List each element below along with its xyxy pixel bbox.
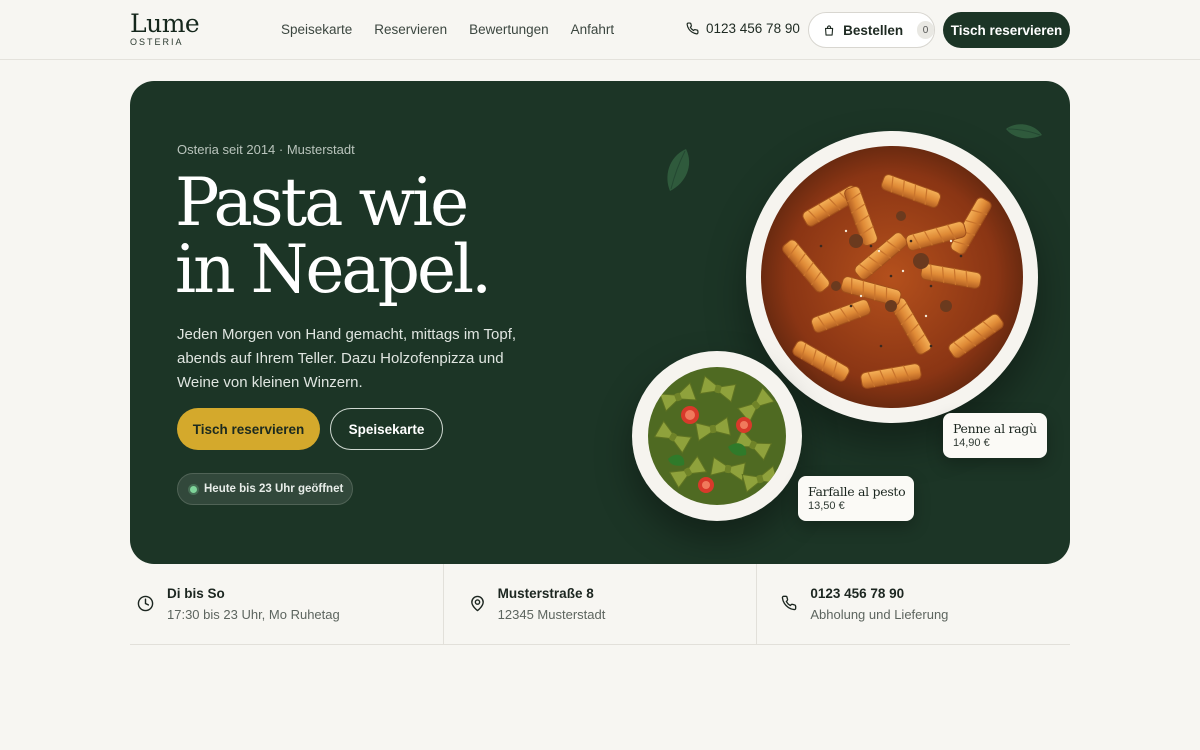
- open-status-dot-icon: [190, 485, 197, 493]
- nav-item-reservieren[interactable]: Reservieren: [374, 22, 447, 37]
- opening-status-badge: Heute bis 23 Uhr geöffnet: [177, 473, 353, 505]
- info-item-phone: 0123 456 78 90 Abholung und Lieferung: [756, 564, 1070, 645]
- clock-icon: [137, 595, 154, 612]
- dish-tag-farfalle: Farfalle al pesto 13,50 €: [798, 476, 914, 521]
- info-title: Di bis So: [167, 586, 225, 601]
- header-phone-number: 0123 456 78 90: [706, 21, 800, 36]
- brand-tagline: OSTERIA: [130, 37, 184, 47]
- hero-headline-line-2: in Neapel.: [175, 231, 492, 308]
- brand-logo[interactable]: Lume OSTERIA: [130, 9, 200, 48]
- info-strip: Di bis So 17:30 bis 23 Uhr, Mo Ruhetag M…: [130, 564, 1070, 645]
- hero-eyebrow: Osteria seit 2014 · Musterstadt: [177, 142, 355, 157]
- leaf-decoration-icon: [667, 149, 690, 191]
- order-button-label: Bestellen: [843, 22, 904, 38]
- dish-name: Farfalle al pesto: [808, 484, 906, 499]
- header-phone-link[interactable]: 0123 456 78 90: [686, 21, 800, 36]
- main-nav: Speisekarte Reservieren Bewertungen Anfa…: [281, 22, 614, 37]
- brand-name: Lume: [130, 9, 200, 38]
- phone-icon: [782, 595, 797, 611]
- info-title: 0123 456 78 90: [810, 586, 905, 601]
- hero-section: Osteria seit 2014 · Musterstadt Pasta wi…: [130, 81, 1070, 564]
- dish-price: 13,50 €: [808, 500, 845, 512]
- menu-button[interactable]: Speisekarte: [330, 408, 443, 450]
- info-title: Musterstraße 8: [497, 586, 594, 601]
- hero-lead-text: Jeden Morgen von Hand gemacht, mittags i…: [177, 326, 517, 391]
- map-pin-icon: [470, 595, 484, 612]
- hero-headline: Pasta wie in Neapel.: [175, 169, 492, 303]
- order-button[interactable]: Bestellen 0: [808, 12, 935, 48]
- nav-item-bewertungen[interactable]: Bewertungen: [469, 22, 549, 37]
- info-item-hours: Di bis So 17:30 bis 23 Uhr, Mo Ruhetag: [130, 564, 443, 645]
- farfalle-dish-image: [632, 351, 802, 521]
- dish-name: Penne al ragù: [953, 421, 1037, 436]
- phone-icon: [686, 22, 699, 35]
- info-subtitle: 12345 Musterstadt: [497, 607, 606, 622]
- info-item-address: Musterstraße 8 12345 Musterstadt: [442, 564, 757, 645]
- info-subtitle: 17:30 bis 23 Uhr, Mo Ruhetag: [167, 607, 340, 622]
- reserve-table-header-button[interactable]: Tisch reservieren: [943, 12, 1070, 48]
- dish-tag-penne: Penne al ragù 14,90 €: [943, 413, 1047, 458]
- nav-item-anfahrt[interactable]: Anfahrt: [571, 22, 615, 37]
- reserve-table-button[interactable]: Tisch reservieren: [177, 408, 320, 450]
- shopping-bag-icon: [824, 24, 834, 36]
- hero-headline-line-1: Pasta wie: [175, 164, 469, 241]
- cart-count-badge: 0: [917, 21, 934, 39]
- opening-status-text: Heute bis 23 Uhr geöffnet: [204, 483, 344, 495]
- leaf-decoration-icon: [1006, 124, 1042, 139]
- penne-dish-image: [746, 131, 1038, 423]
- info-subtitle: Abholung und Lieferung: [810, 607, 949, 622]
- dish-price: 14,90 €: [953, 437, 990, 449]
- site-header: Lume OSTERIA Speisekarte Reservieren Bew…: [0, 0, 1200, 60]
- nav-item-speisekarte[interactable]: Speisekarte: [281, 22, 352, 37]
